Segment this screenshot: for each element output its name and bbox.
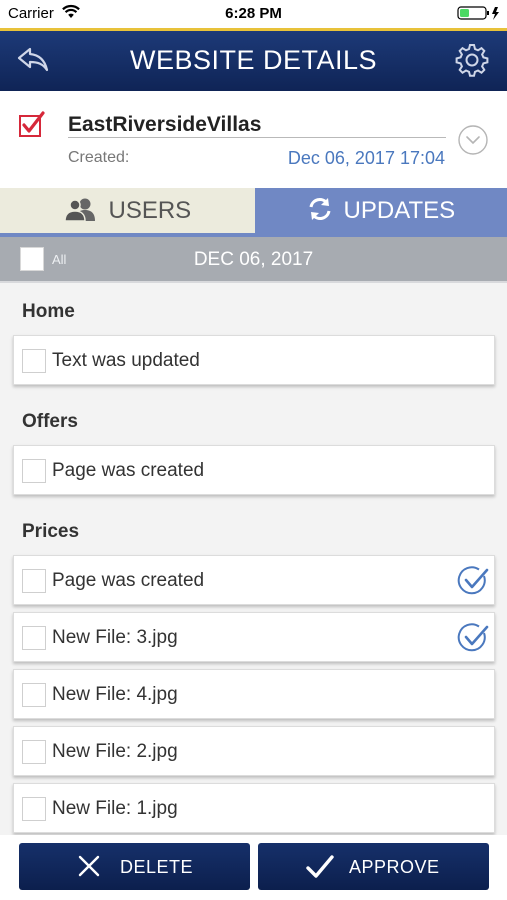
list-item[interactable]: New File: 1.jpg [13,783,495,833]
section-title: Prices [22,521,80,542]
approve-label: APPROVE [349,857,440,877]
update-list[interactable]: Home Text was updated Offers Page was cr… [0,283,507,835]
delete-label: DELETE [120,857,194,877]
item-label: New File: 1.jpg [52,798,178,819]
refresh-icon [307,197,344,224]
status-time: 6:28 PM [225,5,282,22]
site-info-panel: EastRiversideVillas Created: Dec 06, 201… [0,91,507,188]
list-item[interactable]: New File: 2.jpg [13,726,495,776]
item-label: New File: 4.jpg [52,684,178,705]
tab-updates-label: UPDATES [343,197,456,224]
created-date: Dec 06, 2017 17:04 [287,148,445,168]
chevron-down-icon[interactable] [457,124,489,161]
approved-check-icon [457,565,489,602]
item-checkbox[interactable] [22,569,46,593]
item-label: Page was created [52,460,205,481]
list-item[interactable]: Text was updated [13,335,495,385]
item-checkbox[interactable] [22,797,46,821]
date-strip: All DEC 06, 2017 [0,237,507,281]
delete-button[interactable]: DELETE [19,843,250,890]
list-item[interactable]: Page was created [13,445,495,495]
checkmark-icon [306,854,334,885]
item-checkbox[interactable] [22,626,46,650]
item-label: New File: 3.jpg [52,627,178,648]
item-checkbox[interactable] [22,683,46,707]
created-label: Created: [68,149,130,166]
section-title: Offers [22,411,78,432]
divider [68,137,446,138]
tab-users[interactable]: USERS [0,188,255,233]
page-title: WEBSITE DETAILS [129,45,378,75]
item-checkbox[interactable] [22,349,46,373]
users-icon [64,197,109,224]
action-bar: DELETE APPROVE [0,835,507,900]
site-select-checkbox[interactable] [18,111,46,144]
battery-icon [457,5,501,25]
item-label: New File: 2.jpg [52,741,178,762]
tab-bar: USERS UPDATES [0,188,507,237]
update-date: DEC 06, 2017 [193,249,314,270]
section-title: Home [22,301,75,322]
list-item[interactable]: Page was created [13,555,495,605]
item-checkbox[interactable] [22,740,46,764]
approve-button[interactable]: APPROVE [258,843,489,890]
item-checkbox[interactable] [22,459,46,483]
nav-header: WEBSITE DETAILS [0,28,507,91]
site-name: EastRiversideVillas [68,113,262,136]
status-bar: Carrier 6:28 PM [0,0,507,28]
tab-users-label: USERS [108,197,192,224]
close-icon [77,854,101,883]
list-item[interactable]: New File: 3.jpg [13,612,495,662]
item-label: Text was updated [52,350,200,371]
approved-check-icon [457,622,489,659]
item-label: Page was created [52,570,205,591]
list-item[interactable]: New File: 4.jpg [13,669,495,719]
tab-updates[interactable]: UPDATES [255,188,507,233]
gear-icon[interactable] [455,43,489,82]
